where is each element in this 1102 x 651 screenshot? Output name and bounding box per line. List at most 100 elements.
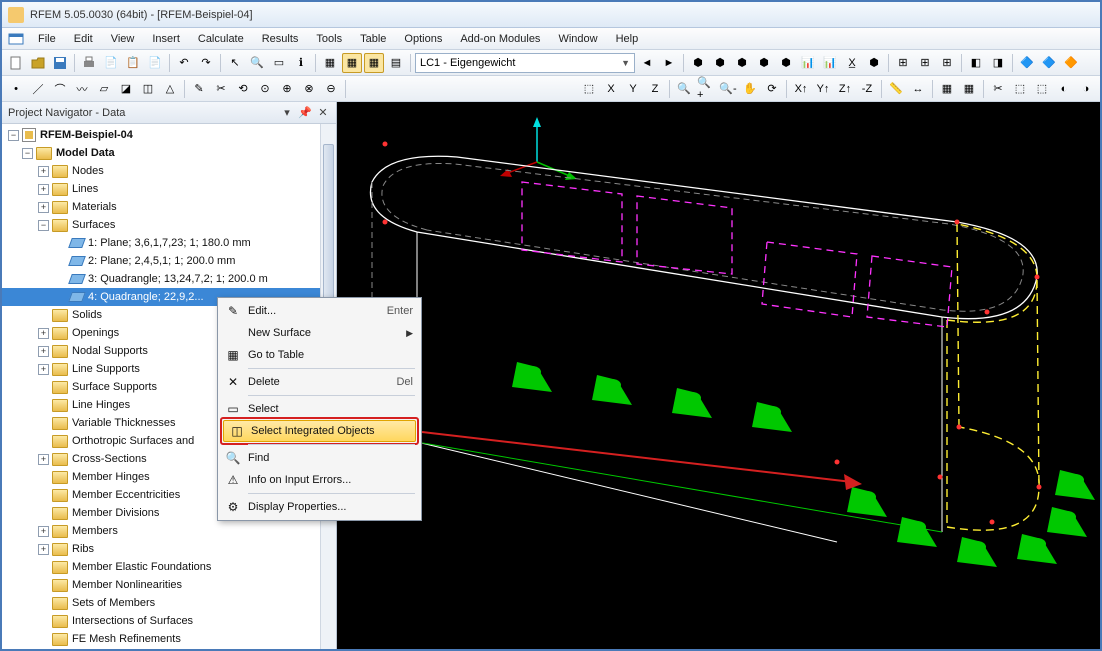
tool-g[interactable]: 📊 xyxy=(820,53,840,73)
open-button[interactable] xyxy=(28,53,48,73)
draw-node-button[interactable]: • xyxy=(6,79,26,99)
model-viewport[interactable] xyxy=(337,102,1100,649)
cm-edit[interactable]: ✎ Edit...Enter xyxy=(220,300,419,322)
navigator-pin-icon[interactable]: 📌 xyxy=(298,106,312,120)
ext4-button[interactable]: ◑ xyxy=(1076,79,1096,99)
menu-window[interactable]: Window xyxy=(550,31,605,47)
tree-sets-members[interactable]: Sets of Members xyxy=(2,594,336,612)
axis-neg-button[interactable]: -Z xyxy=(857,79,877,99)
pan-button[interactable]: ✋ xyxy=(740,79,760,99)
tool-f[interactable]: 📊 xyxy=(798,53,818,73)
menu-addons[interactable]: Add-on Modules xyxy=(452,31,548,47)
tool-q[interactable]: 🔶 xyxy=(1061,53,1081,73)
view-x-button[interactable]: X xyxy=(601,79,621,99)
render2-button[interactable]: ▦ xyxy=(959,79,979,99)
zoom-out-button[interactable]: 🔍- xyxy=(718,79,738,99)
next-lc-button[interactable]: ► xyxy=(659,53,679,73)
tool-k[interactable]: ⊞ xyxy=(915,53,935,73)
draw-opening-button[interactable]: ◫ xyxy=(138,79,158,99)
tree-surface-1[interactable]: 1: Plane; 3,6,1,7,23; 1; 180.0 mm xyxy=(2,234,336,252)
prev-lc-button[interactable]: ◄ xyxy=(637,53,657,73)
tool-a[interactable]: ⬢ xyxy=(688,53,708,73)
meas-button[interactable]: 📏 xyxy=(886,79,906,99)
table-button[interactable]: ▤ xyxy=(386,53,406,73)
tool-d[interactable]: ⬢ xyxy=(754,53,774,73)
axis-x-button[interactable]: X↑ xyxy=(791,79,811,99)
loadcase-combo[interactable]: LC1 - Eigengewicht ▼ xyxy=(415,53,635,73)
tree-root[interactable]: −RFEM-Beispiel-04 xyxy=(2,126,336,144)
cm-delete[interactable]: ✕ DeleteDel xyxy=(220,371,419,393)
edit-tool-a[interactable]: ✎ xyxy=(189,79,209,99)
report-button[interactable]: 📄 xyxy=(101,53,121,73)
ext3-button[interactable]: ◐ xyxy=(1054,79,1074,99)
tree-materials[interactable]: +Materials xyxy=(2,198,336,216)
tool-p[interactable]: 🔷 xyxy=(1039,53,1059,73)
ext1-button[interactable]: ⬚ xyxy=(1010,79,1030,99)
cm-new-surface[interactable]: New Surface▶ xyxy=(220,322,419,344)
copy-button[interactable]: 📋 xyxy=(123,53,143,73)
menu-help[interactable]: Help xyxy=(608,31,647,47)
tool-c[interactable]: ⬢ xyxy=(732,53,752,73)
menu-results[interactable]: Results xyxy=(254,31,307,47)
edit-tool-g[interactable]: ⊖ xyxy=(321,79,341,99)
redo-button[interactable]: ↷ xyxy=(196,53,216,73)
tool-l[interactable]: ⊞ xyxy=(937,53,957,73)
tool-e[interactable]: ⬢ xyxy=(776,53,796,73)
panel3-button[interactable]: ▦ xyxy=(364,53,384,73)
menu-edit[interactable]: Edit xyxy=(66,31,101,47)
tool-h[interactable]: X̲ xyxy=(842,53,862,73)
draw-support-button[interactable]: △ xyxy=(160,79,180,99)
panel1-button[interactable]: ▦ xyxy=(320,53,340,73)
menu-insert[interactable]: Insert xyxy=(144,31,188,47)
view-y-button[interactable]: Y xyxy=(623,79,643,99)
draw-solid-button[interactable]: ◪ xyxy=(116,79,136,99)
cm-find[interactable]: 🔍 Find xyxy=(220,447,419,469)
cm-display-props[interactable]: ⚙ Display Properties... xyxy=(220,496,419,518)
clip-button[interactable]: ✂ xyxy=(988,79,1008,99)
view-iso-button[interactable]: ⬚ xyxy=(579,79,599,99)
navigator-dropdown-icon[interactable]: ▾ xyxy=(280,106,294,120)
find-button[interactable]: 🔍 xyxy=(247,53,267,73)
zoom-fit-button[interactable]: 🔍 xyxy=(674,79,694,99)
view-z-button[interactable]: Z xyxy=(645,79,665,99)
undo-button[interactable]: ↶ xyxy=(174,53,194,73)
panel2-button[interactable]: ▦ xyxy=(342,53,362,73)
tree-model-data[interactable]: −Model Data xyxy=(2,144,336,162)
tool-o[interactable]: 🔷 xyxy=(1017,53,1037,73)
dim-button[interactable]: ↔ xyxy=(908,79,928,99)
menu-table[interactable]: Table xyxy=(352,31,394,47)
menu-view[interactable]: View xyxy=(103,31,143,47)
tool-n[interactable]: ◨ xyxy=(988,53,1008,73)
tree-fe-mesh[interactable]: FE Mesh Refinements xyxy=(2,630,336,648)
axis-y-button[interactable]: Y↑ xyxy=(813,79,833,99)
cm-goto-table[interactable]: ▦ Go to Table xyxy=(220,344,419,366)
cm-info-errors[interactable]: ⚠ Info on Input Errors... xyxy=(220,469,419,491)
tree-surface-3[interactable]: 3: Quadrangle; 13,24,7,2; 1; 200.0 m xyxy=(2,270,336,288)
window-menu-icon[interactable] xyxy=(8,31,24,47)
menu-options[interactable]: Options xyxy=(396,31,450,47)
tool-j[interactable]: ⊞ xyxy=(893,53,913,73)
ext2-button[interactable]: ⬚ xyxy=(1032,79,1052,99)
menu-tools[interactable]: Tools xyxy=(308,31,350,47)
edit-tool-b[interactable]: ✂ xyxy=(211,79,231,99)
edit-tool-f[interactable]: ⊗ xyxy=(299,79,319,99)
tree-intersections[interactable]: Intersections of Surfaces xyxy=(2,612,336,630)
paste-button[interactable]: 📄 xyxy=(145,53,165,73)
cursor-button[interactable]: ↖ xyxy=(225,53,245,73)
edit-tool-c[interactable]: ⟲ xyxy=(233,79,253,99)
tool-m[interactable]: ◧ xyxy=(966,53,986,73)
cm-select[interactable]: ▭ Select xyxy=(220,398,419,420)
zoom-in-button[interactable]: 🔍+ xyxy=(696,79,716,99)
tree-surface-2[interactable]: 2: Plane; 2,4,5,1; 1; 200.0 mm xyxy=(2,252,336,270)
tree-member-nonlin[interactable]: Member Nonlinearities xyxy=(2,576,336,594)
select-button[interactable]: ▭ xyxy=(269,53,289,73)
draw-member-button[interactable]: 〰 xyxy=(72,79,92,99)
tree-lines[interactable]: +Lines xyxy=(2,180,336,198)
menu-calculate[interactable]: Calculate xyxy=(190,31,252,47)
edit-tool-d[interactable]: ⊙ xyxy=(255,79,275,99)
print-button[interactable] xyxy=(79,53,99,73)
info-button[interactable]: ℹ xyxy=(291,53,311,73)
cm-select-integrated[interactable]: ◫ Select Integrated Objects xyxy=(223,420,416,442)
tool-b[interactable]: ⬢ xyxy=(710,53,730,73)
rotate-button[interactable]: ⟳ xyxy=(762,79,782,99)
